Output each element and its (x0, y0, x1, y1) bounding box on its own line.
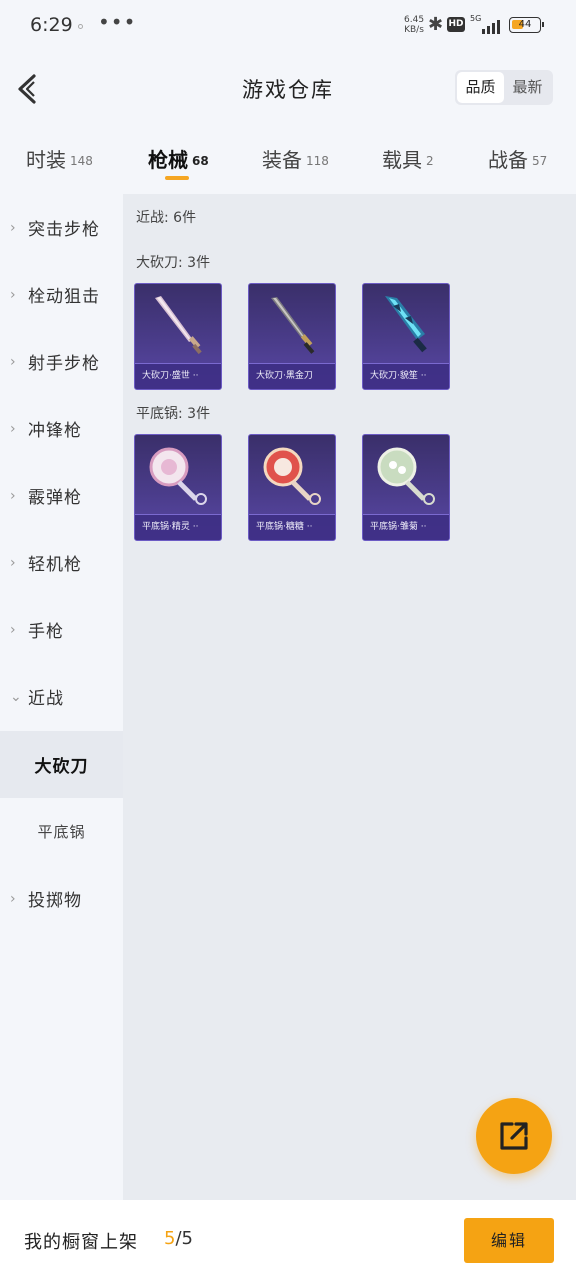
sidebar-item-lmg[interactable]: › 轻机枪 (0, 529, 123, 596)
tab-vehicles[interactable]: 载具 2 (382, 144, 434, 173)
item-card-pan-2[interactable]: 平底锅·糖糖 ·· (248, 434, 336, 541)
item-card-machete-3[interactable]: 大砍刀·貌笙 ·· (362, 283, 450, 390)
chevron-right-icon: › (10, 219, 17, 236)
bluetooth-icon: ✱ (428, 14, 444, 35)
machete-icon (271, 297, 315, 354)
item-card-machete-1[interactable]: 大砍刀·盛世 ·· (134, 283, 222, 390)
app-header: 游戏仓库 品质 最新 (0, 52, 576, 124)
frying-pan-icon (263, 447, 321, 505)
chevron-right-icon: › (10, 353, 17, 370)
sidebar-item-assault-rifle[interactable]: › 突击步枪 (0, 194, 123, 261)
melee-summary: 近战: 6件 (136, 210, 197, 226)
chevron-right-icon: › (10, 890, 17, 907)
tab-firearms[interactable]: 枪械 68 (148, 144, 209, 173)
item-card-pan-1[interactable]: 平底锅·精灵 ·· (134, 434, 222, 541)
chevron-right-icon: › (10, 621, 17, 638)
sidebar-item-marksman-rifle[interactable]: › 射手步枪 (0, 328, 123, 395)
weapon-category-sidebar: › 突击步枪 › 栓动狙击 › 射手步枪 › 冲锋枪 › 霰弹枪 › 轻机枪 › 手枪 ⌄ 近战… (0, 194, 123, 1200)
edit-button[interactable]: 编辑 (464, 1218, 554, 1263)
section-title-machete: 大砍刀: 3件 (136, 255, 211, 271)
tab-equipment[interactable]: 装备 118 (262, 144, 329, 173)
machete-icon (155, 296, 202, 355)
sort-newest-option[interactable]: 最新 (504, 72, 551, 103)
sidebar-item-pistol[interactable]: › 手枪 (0, 596, 123, 663)
section-title-frying-pan: 平底锅: 3件 (136, 406, 211, 422)
chevron-down-icon: ⌄ (10, 688, 23, 705)
category-tabs: 时装 148 枪械 68 装备 118 载具 2 战备 57 (0, 128, 576, 188)
tab-supplies[interactable]: 战备 57 (488, 144, 547, 173)
sort-quality-option[interactable]: 品质 (457, 72, 504, 103)
tab-fashion[interactable]: 时装 148 (26, 144, 93, 173)
machete-icon (385, 296, 427, 353)
sidebar-item-machete[interactable]: 大砍刀 (0, 731, 123, 798)
status-bar: 6:29 ••• 6.45 KB/s ✱ HD 5G 44 (0, 0, 576, 52)
item-card-machete-2[interactable]: 大砍刀·黑金刀 (248, 283, 336, 390)
active-tab-indicator (165, 176, 189, 180)
more-notifications-icon: ••• (98, 10, 137, 34)
sidebar-item-melee[interactable]: ⌄ 近战 (0, 663, 123, 730)
sort-toggle[interactable]: 品质 最新 (455, 70, 553, 105)
notification-dot-icon (78, 24, 83, 29)
chevron-right-icon: › (10, 286, 17, 303)
sidebar-item-bolt-sniper[interactable]: › 栓动狙击 (0, 261, 123, 328)
sidebar-item-throwables[interactable]: › 投掷物 (0, 865, 123, 932)
sidebar-item-frying-pan[interactable]: 平底锅 (0, 798, 123, 865)
sidebar-item-smg[interactable]: › 冲锋枪 (0, 395, 123, 462)
chevron-right-icon: › (10, 487, 17, 504)
share-fab-button[interactable] (476, 1098, 552, 1174)
chevron-right-icon: › (10, 554, 17, 571)
chevron-right-icon: › (10, 420, 17, 437)
showcase-label: 我的橱窗上架 (24, 1232, 138, 1253)
share-external-icon (500, 1122, 528, 1150)
hd-icon: HD (447, 17, 465, 32)
network-speed: 6.45 KB/s (404, 15, 425, 35)
frying-pan-icon (377, 447, 435, 505)
sidebar-item-shotgun[interactable]: › 霰弹枪 (0, 462, 123, 529)
item-grid-panel: 近战: 6件 大砍刀: 3件 大砍刀·盛世 ·· 大砍刀·黑金刀 大砍刀·貌笙 … (123, 194, 576, 1200)
frying-pan-icon (149, 447, 207, 505)
signal-icon: 5G (470, 14, 504, 36)
item-card-pan-3[interactable]: 平底锅·雏菊 ·· (362, 434, 450, 541)
status-time: 6:29 (30, 14, 73, 36)
showcase-count: 5/5 (164, 1228, 193, 1249)
battery-icon: 44 (509, 17, 544, 33)
bottom-action-bar: 我的橱窗上架 5/5 编辑 (0, 1200, 576, 1280)
